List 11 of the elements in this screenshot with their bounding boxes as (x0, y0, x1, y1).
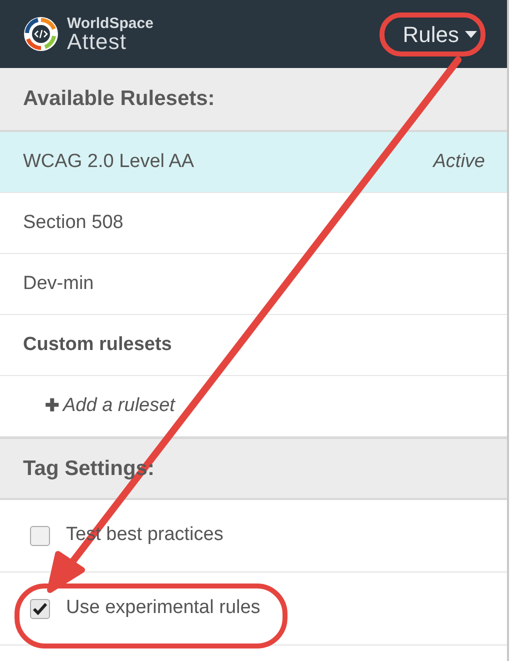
checkbox[interactable] (30, 598, 50, 618)
logo-text: WorldSpace (67, 16, 154, 30)
add-ruleset-link[interactable]: ✚ Add a ruleset (45, 392, 175, 420)
checkbox[interactable] (30, 526, 50, 546)
caret-icon (465, 30, 477, 38)
ruleset-item[interactable]: WCAG 2.0 Level AA Active (0, 132, 507, 193)
logo-icon (23, 16, 59, 52)
checkbox-label: Use experimental rules (66, 596, 260, 620)
section-title: Available Rulesets: (23, 86, 215, 112)
group-label: Custom rulesets (23, 332, 172, 357)
logo-text: Attest (67, 30, 127, 52)
